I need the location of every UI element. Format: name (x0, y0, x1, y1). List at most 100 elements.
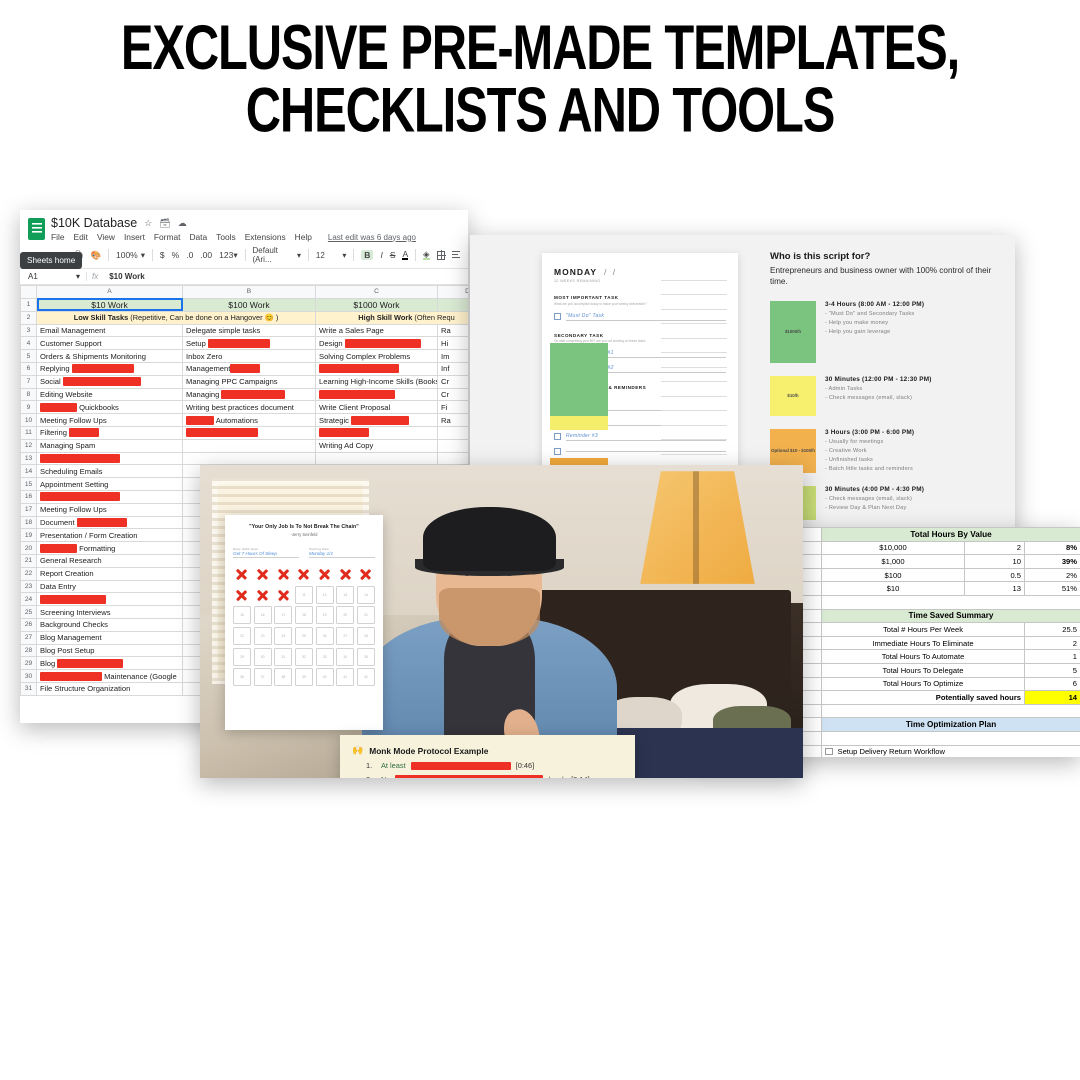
value-tier-label[interactable]: $10 (821, 581, 965, 596)
column-header-d[interactable]: D (437, 285, 468, 299)
chain-cell[interactable]: 34 (336, 647, 355, 666)
menu-data[interactable]: Data (189, 232, 207, 242)
chain-cell[interactable]: 31 (274, 647, 293, 666)
chain-cell[interactable]: 32 (294, 647, 314, 666)
row-header-7[interactable]: 7 (20, 374, 37, 389)
value-tier-hours[interactable]: 0.5 (964, 567, 1025, 583)
cell-a6[interactable]: Replying (36, 361, 183, 376)
cell-a10[interactable]: Meeting Follow Ups (36, 413, 183, 427)
decrease-decimal-button[interactable]: .0 (186, 250, 193, 260)
row-header-9[interactable]: 9 (20, 400, 37, 415)
chain-cell[interactable]: 28 (356, 626, 375, 646)
chain-cell-crossed[interactable] (274, 565, 292, 583)
paint-format-icon[interactable]: 🎨 (91, 250, 102, 261)
cell-c9[interactable]: Write Client Proposal (315, 400, 438, 415)
cell-d8[interactable]: Cr (437, 387, 468, 402)
cell-c7[interactable]: Learning High-Income Skills (Books/Cours… (315, 374, 438, 389)
cell-c2[interactable]: High Skill Work (Often Requ (315, 310, 468, 325)
menu-format[interactable]: Format (154, 232, 181, 242)
cell-c4[interactable]: Design (315, 336, 438, 351)
row-header-26[interactable]: 26 (20, 617, 37, 632)
cloud-saved-icon[interactable]: ☁ (178, 218, 187, 229)
chain-habit-value[interactable]: Get 7 Hours Of Sleep (233, 551, 299, 558)
chain-start-value[interactable]: Monday 1/1 (309, 551, 375, 558)
column-header-c[interactable]: C (315, 285, 438, 299)
row-header-3[interactable]: 3 (20, 323, 37, 338)
row-header-19[interactable]: 19 (20, 528, 37, 543)
row-header-22[interactable]: 22 (20, 566, 37, 581)
borders-icon[interactable] (436, 250, 446, 260)
row-header-13[interactable]: 13 (20, 451, 37, 466)
cell-d11[interactable] (437, 425, 468, 440)
cell-a3[interactable]: Email Management (36, 323, 183, 338)
chain-cell-crossed[interactable] (316, 565, 334, 583)
row-header-23[interactable]: 23 (20, 579, 37, 594)
cell-a21[interactable]: General Research (36, 553, 183, 568)
summary-label[interactable]: Total # Hours Per Week (821, 622, 1025, 637)
summary-value[interactable]: 2 (1023, 635, 1080, 651)
summary-label[interactable]: Total Hours To Automate (821, 649, 1025, 664)
align-icon[interactable] (451, 251, 460, 259)
row-header-17[interactable]: 17 (20, 502, 37, 517)
cell-a17[interactable]: Meeting Follow Ups (36, 502, 183, 517)
row-header-27[interactable]: 27 (20, 630, 37, 645)
cell-a27[interactable]: Blog Management (36, 630, 183, 645)
chain-cell[interactable]: 29 (233, 647, 252, 666)
chain-cell[interactable]: 27 (336, 626, 355, 646)
cell-a4[interactable]: Customer Support (36, 336, 183, 351)
menu-file[interactable]: File (51, 232, 65, 242)
chain-cell[interactable]: 14 (356, 585, 375, 604)
row-header-28[interactable]: 28 (20, 643, 37, 658)
column-header-b[interactable]: B (182, 285, 316, 299)
cell-b1[interactable]: $100 Work (182, 297, 316, 312)
cell-d9[interactable]: Fi (437, 400, 468, 415)
sheets-logo-icon[interactable] (28, 218, 45, 240)
saved-hours-value[interactable]: 14 (1023, 690, 1080, 705)
cell-a2[interactable]: Low Skill Tasks (Repetitive, Can be done… (36, 310, 316, 325)
cell-a5[interactable]: Orders & Shipments Monitoring (36, 349, 183, 363)
zoom-selector[interactable]: 100% ▾ (116, 250, 145, 261)
row-header-30[interactable]: 30 (20, 669, 37, 683)
chain-cell[interactable]: 30 (253, 647, 272, 666)
cell-a25[interactable]: Screening Interviews (36, 605, 183, 619)
value-tier-percent[interactable]: 2% (1023, 567, 1080, 583)
row-header-1[interactable]: 1 (20, 297, 37, 312)
summary-value[interactable]: 6 (1023, 676, 1080, 692)
chain-cell[interactable]: 33 (315, 647, 334, 666)
chain-cell-crossed[interactable] (357, 565, 375, 583)
cell-a14[interactable]: Scheduling Emails (36, 464, 183, 479)
cell-a15[interactable]: Appointment Setting (36, 477, 183, 491)
chain-cell-crossed[interactable] (295, 565, 313, 583)
font-size-selector[interactable]: 12 ▾ (316, 251, 347, 260)
chain-cell[interactable]: 40 (315, 668, 334, 687)
row-header-18[interactable]: 18 (20, 515, 37, 530)
checkbox-icon[interactable] (554, 447, 561, 455)
checkbox-icon[interactable] (825, 747, 833, 756)
chain-cell-crossed[interactable] (254, 586, 272, 604)
cell-c1[interactable]: $1000 Work (315, 297, 438, 312)
value-tier-hours[interactable]: 13 (964, 581, 1025, 596)
chain-cell[interactable]: 19 (315, 606, 334, 625)
cell-a8[interactable]: Editing Website (36, 387, 183, 402)
chain-cell[interactable]: 37 (253, 668, 272, 687)
font-family-selector[interactable]: Default (Ari... ▾ (253, 246, 301, 264)
cell-a30[interactable]: Maintenance (Google (36, 669, 183, 683)
plan-item-row[interactable]: Setup Delivery Return Workflow (820, 744, 1080, 757)
cell-a13[interactable] (36, 451, 183, 466)
row-header-15[interactable]: 15 (20, 477, 37, 491)
cell-a7[interactable]: Social (36, 374, 183, 389)
chain-cell-crossed[interactable] (233, 586, 251, 604)
menu-tools[interactable]: Tools (216, 232, 236, 242)
saved-hours-label[interactable]: Potentially saved hours (821, 690, 1025, 705)
cell-a23[interactable]: Data Entry (36, 579, 183, 594)
value-tier-label[interactable]: $10,000 (821, 540, 965, 556)
chain-grid[interactable]: 11 12 13 14 15 16 17 18 19 20 21 22 23 24 25 26 27 28 29 30… (233, 565, 375, 687)
fill-color-icon[interactable]: ◈ (423, 250, 430, 261)
value-tier-label[interactable]: $100 (821, 567, 965, 583)
menu-view[interactable]: View (97, 232, 115, 242)
value-tier-hours[interactable]: 2 (964, 540, 1025, 556)
planner-date-slashes[interactable]: / / (604, 267, 617, 277)
last-edit-status[interactable]: Last edit was 6 days ago (328, 233, 416, 242)
cell-a31[interactable]: File Structure Organization (36, 681, 183, 696)
column-header-a[interactable]: A (36, 285, 183, 299)
